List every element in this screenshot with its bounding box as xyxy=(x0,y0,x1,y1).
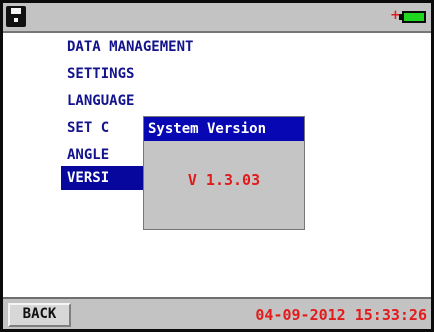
system-version-dialog: System Version V 1.3.03 xyxy=(143,116,305,230)
sd-card-icon xyxy=(6,6,26,27)
menu-item-settings[interactable]: SETTINGS xyxy=(61,62,305,86)
dialog-title: System Version xyxy=(144,117,304,141)
footer-bar: BACK 04-09-2012 15:33:26 xyxy=(3,297,431,329)
battery-charging-icon: + xyxy=(390,8,427,23)
date-time-display: 04-09-2012 15:33:26 xyxy=(255,306,427,324)
menu-item-data-management[interactable]: DATA MANAGEMENT xyxy=(61,35,305,59)
version-value: V 1.3.03 xyxy=(187,171,261,189)
back-button[interactable]: BACK xyxy=(8,303,71,327)
menu-item-language[interactable]: LANGUAGE xyxy=(61,89,305,113)
status-bar: + xyxy=(3,3,431,33)
